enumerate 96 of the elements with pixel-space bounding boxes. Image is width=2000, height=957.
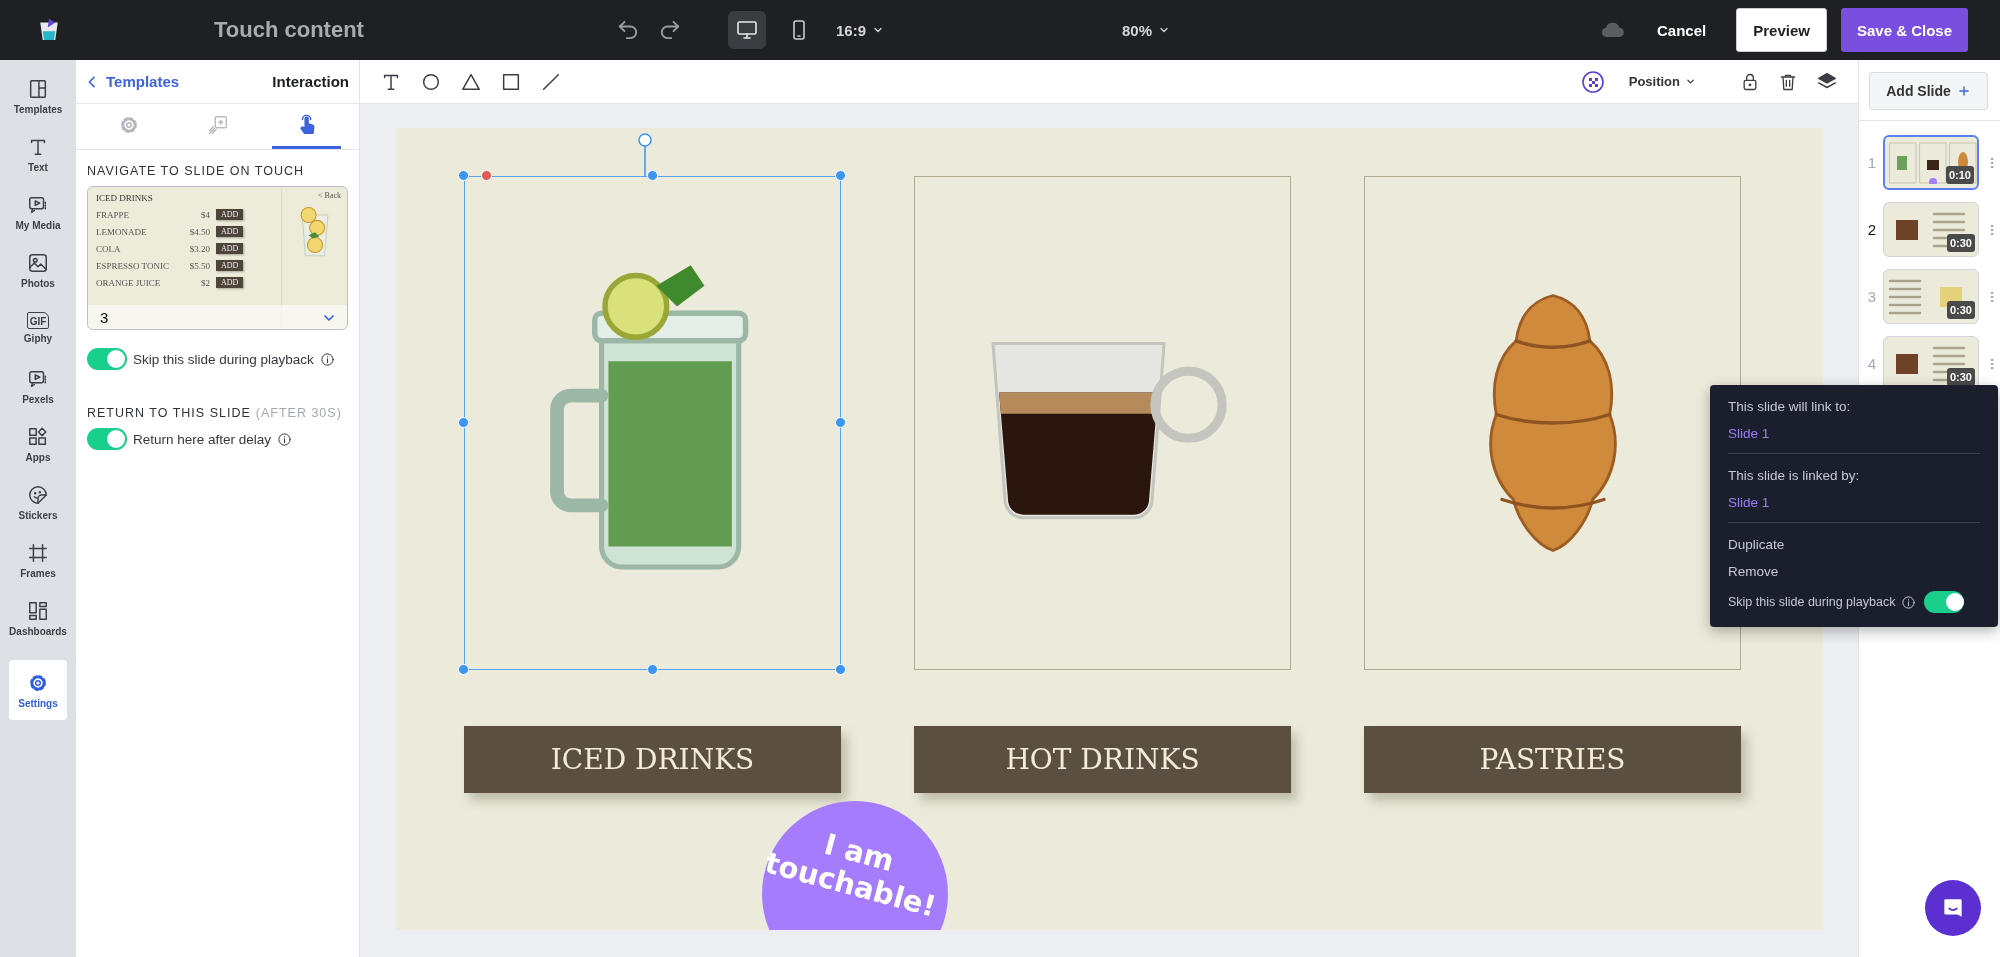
sidebar-tab[interactable]: Apps: [9, 418, 67, 470]
sidebar-tab[interactable]: GIF Giphy: [9, 302, 67, 354]
image-icon: [27, 251, 49, 274]
toggle-switch[interactable]: [87, 348, 127, 370]
gif-icon: GIF: [26, 312, 50, 329]
aspect-ratio-dropdown[interactable]: 16:9: [832, 17, 889, 43]
menu-item-name: ORANGE JUICE: [96, 277, 162, 288]
crop-frame-icon: [27, 541, 49, 564]
back-link[interactable]: Templates: [84, 73, 180, 90]
duration-badge: 0:10: [1945, 166, 1974, 184]
back-link: < Back: [318, 191, 341, 200]
toggle-switch[interactable]: [87, 428, 127, 450]
slide-thumbnail[interactable]: 0:30: [1883, 202, 1979, 257]
resize-handle[interactable]: [458, 417, 469, 428]
sidebar-tab[interactable]: Frames: [9, 534, 67, 586]
section-heading: NAVIGATE TO SLIDE ON TOUCH: [87, 164, 305, 178]
menu-label: This slide is linked by:: [1728, 468, 1861, 483]
menu-item-price: $3.20: [188, 243, 210, 254]
cancel-button[interactable]: Cancel: [1641, 8, 1723, 52]
menu-item-name: COLA: [96, 243, 122, 254]
duration-badge: 0:30: [1946, 301, 1975, 319]
category-button[interactable]: PASTRIES: [1364, 726, 1741, 793]
menu-item-name: ESPRESSO TONIC: [96, 260, 170, 271]
position-dropdown[interactable]: Position: [1622, 74, 1702, 89]
slide-thumbnail[interactable]: 0:10: [1883, 135, 1979, 190]
slide-number: 3: [100, 309, 109, 326]
category-button[interactable]: HOT DRINKS: [914, 726, 1291, 793]
sidebar-tab[interactable]: Text: [9, 128, 67, 180]
add-button: ADD: [216, 277, 244, 288]
duration-badge: 0:30: [1946, 368, 1975, 386]
add-button: ADD: [216, 243, 244, 254]
slide-number: 2: [1867, 221, 1877, 238]
resize-handle[interactable]: [458, 664, 469, 675]
chevron-down-icon: [1685, 76, 1696, 87]
slide-link[interactable]: Slide 1: [1728, 495, 1980, 510]
zoom-dropdown[interactable]: 80%: [1118, 17, 1175, 43]
sidebar-tab[interactable]: Pexels: [9, 360, 67, 412]
document-title[interactable]: Touch content: [214, 17, 614, 43]
panel-title: Interaction: [272, 73, 349, 90]
info-icon[interactable]: [319, 351, 335, 367]
slide-number: 3: [1867, 288, 1877, 305]
add-button: ADD: [216, 209, 244, 220]
anchor-handle[interactable]: [481, 170, 492, 181]
slide-link[interactable]: Slide 1: [1728, 426, 1980, 441]
resize-handle[interactable]: [458, 170, 469, 181]
slide-thumbnail[interactable]: 0:30: [1883, 269, 1979, 324]
toggle-switch[interactable]: [1924, 591, 1965, 613]
menu-item-price: $4.50: [188, 226, 210, 237]
animation-icon: [206, 114, 229, 136]
menu-item-name: LEMONADE: [96, 226, 148, 237]
desktop-view-button[interactable]: [728, 11, 766, 49]
slide-number: 4: [1867, 355, 1877, 372]
resize-handle[interactable]: [646, 170, 658, 181]
add-button: ADD: [216, 226, 244, 237]
resize-handle[interactable]: [835, 170, 846, 181]
toggle-label: Return here after delay: [133, 431, 272, 447]
slide-number: 1: [1867, 154, 1877, 171]
menu-item[interactable]: Remove: [1728, 564, 1980, 579]
menu-item-name: FRAPPE: [96, 209, 131, 220]
rotate-handle[interactable]: [636, 132, 653, 176]
sidebar-tab[interactable]: My Media: [9, 186, 67, 238]
add-slide-button[interactable]: Add Slide: [1869, 72, 1988, 110]
sticker-icon: [27, 483, 49, 506]
category-button[interactable]: ICED DRINKS: [464, 726, 841, 793]
sidebar-tab[interactable]: Photos: [9, 244, 67, 296]
resize-handle[interactable]: [835, 417, 846, 428]
toggle-label: Skip this slide during playback: [1728, 595, 1896, 609]
resize-handle[interactable]: [646, 664, 658, 675]
sidebar-tab[interactable]: Stickers: [9, 476, 67, 528]
info-icon[interactable]: [1901, 594, 1917, 610]
save-and-close-button[interactable]: Save & Close: [1840, 8, 1968, 52]
toggle-label: Skip this slide during playback: [133, 351, 314, 367]
info-icon[interactable]: [277, 431, 293, 447]
monitor-icon: [735, 18, 759, 42]
menu-item-price: $5.50: [188, 260, 210, 271]
preview-button[interactable]: Preview: [1736, 8, 1827, 52]
sidebar-tab[interactable]: Dashboards: [9, 592, 67, 644]
preview-title: ICED DRINKS: [96, 193, 154, 203]
chat-button[interactable]: [1925, 880, 1981, 936]
target-slide-preview[interactable]: ICED DRINKS FRAPPE $4 ADD LEMONADE $4.50 ADD COLA $3.20 ADD ESPRESSO TONIC $5.50 ADD ORANGE JUICE $2 ADD < Back 3: [87, 186, 348, 330]
sidebar-tab[interactable]: Templates: [9, 70, 67, 122]
menu-item[interactable]: Duplicate: [1728, 537, 1980, 552]
duration-badge: 0:30: [1946, 234, 1975, 252]
add-button: ADD: [216, 260, 244, 271]
apps-icon: [27, 425, 49, 448]
section-heading: RETURN TO THIS SLIDE (AFTER 30S): [87, 406, 343, 420]
layout-icon: [27, 77, 49, 100]
plus-icon: [1956, 84, 1971, 98]
menu-label: This slide will link to:: [1728, 399, 1852, 414]
checkered-circle-icon[interactable]: [1580, 69, 1605, 94]
menu-item-price: $2: [200, 277, 210, 288]
resize-handle[interactable]: [835, 664, 846, 675]
sidebar-tab[interactable]: Settings: [9, 660, 67, 720]
dashboard-icon: [27, 599, 49, 622]
image-frame[interactable]: [914, 176, 1291, 670]
menu-item-price: $4: [200, 209, 210, 220]
